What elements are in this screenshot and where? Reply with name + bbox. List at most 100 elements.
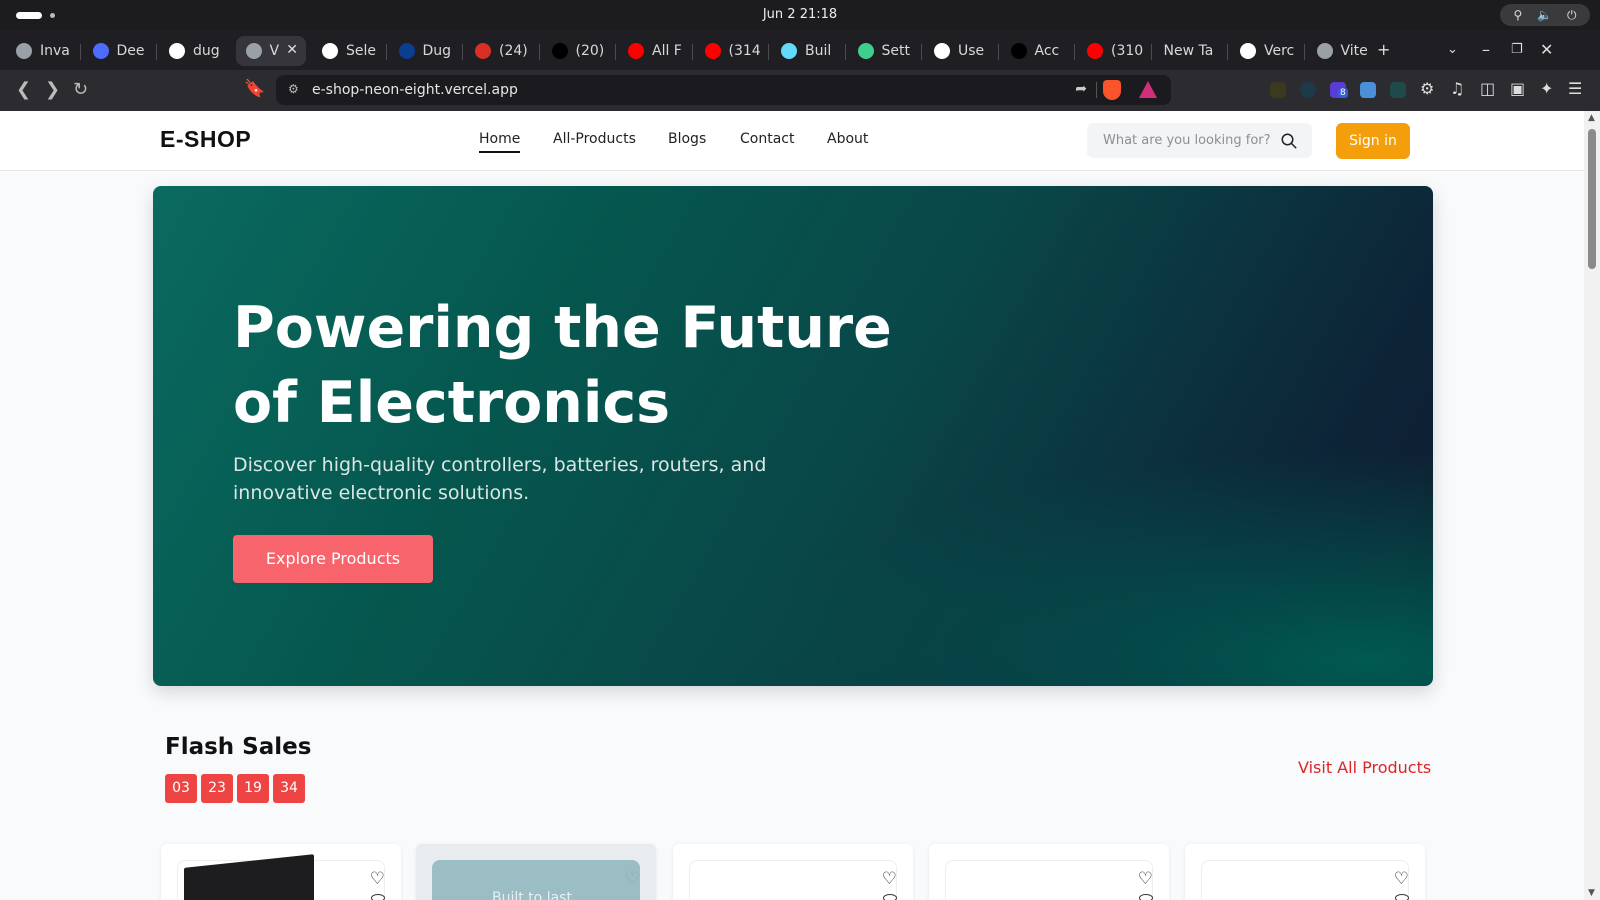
share-icon[interactable]: ➦ (1075, 81, 1087, 97)
browser-tab[interactable]: Use (924, 36, 995, 66)
minimize-button[interactable]: – (1482, 40, 1490, 59)
product-card[interactable]: ♡ (929, 844, 1169, 900)
web-page: E-SHOP Home All-Products Blogs Contact A… (0, 111, 1584, 900)
wishlist-heart-icon[interactable]: ♡ (882, 869, 897, 889)
browser-tab-label: (24) (499, 43, 528, 59)
search-icon[interactable] (1280, 132, 1298, 150)
browser-tab[interactable]: Sett (848, 36, 919, 66)
product-image: Built to last (432, 860, 640, 900)
address-bar[interactable]: ⚙ e-shop-neon-eight.vercel.app ➦ (276, 75, 1171, 105)
extension-icon[interactable] (1360, 82, 1376, 98)
browser-tab[interactable]: Buil (771, 36, 842, 66)
maximize-button[interactable]: ❐ (1511, 42, 1523, 57)
search-input[interactable] (1087, 123, 1277, 158)
browser-tab[interactable]: Acc (1001, 36, 1072, 66)
volume-icon: 🔈 (1537, 8, 1553, 22)
browser-tab[interactable]: Dug (389, 36, 460, 66)
flash-sales-countdown: 03 23 19 34 (165, 774, 305, 803)
back-button[interactable]: ❮ (16, 79, 31, 100)
json-extension-icon[interactable] (1270, 82, 1286, 98)
browser-tab[interactable]: All F (618, 36, 689, 66)
extension-with-badge-icon[interactable]: 8 (1330, 82, 1348, 98)
brave-shields-icon[interactable] (1103, 80, 1121, 100)
explore-products-button[interactable]: Explore Products (233, 535, 433, 583)
browser-tab[interactable]: New Ta (1154, 36, 1225, 66)
flash-sales-title: Flash Sales (165, 734, 312, 760)
wishlist-heart-icon[interactable]: ♡ (1138, 869, 1153, 889)
scrollbar-thumb[interactable] (1588, 129, 1596, 269)
browser-tab[interactable]: (310 (1077, 36, 1148, 66)
quick-view-eye-icon[interactable] (1395, 894, 1409, 900)
browser-tab[interactable]: Sele (312, 36, 383, 66)
wishlist-heart-icon[interactable]: ♡ (370, 869, 385, 889)
leo-ai-icon[interactable]: ✦ (1540, 79, 1553, 98)
browser-tab[interactable]: (20) (542, 36, 613, 66)
browser-tab-label: Buil (805, 43, 832, 59)
nav-blogs[interactable]: Blogs (668, 131, 706, 147)
scroll-down-arrow-icon[interactable]: ▼ (1588, 888, 1595, 898)
site-logo[interactable]: E-SHOP (160, 126, 251, 153)
browser-tab[interactable]: Verc (1230, 36, 1301, 66)
media-icon[interactable]: ♫ (1450, 79, 1464, 98)
forward-button[interactable]: ❯ (45, 79, 60, 100)
notifications-icon (475, 43, 491, 59)
product-card[interactable]: ♡ (1185, 844, 1425, 900)
countdown-seconds: 34 (273, 774, 305, 803)
nav-contact[interactable]: Contact (740, 131, 794, 147)
close-window-button[interactable]: ✕ (1540, 40, 1553, 59)
browser-tab-label: (20) (575, 43, 605, 59)
visit-all-products-link[interactable]: Visit All Products (1298, 758, 1431, 777)
nav-all-products[interactable]: All-Products (553, 131, 636, 147)
nav-about[interactable]: About (827, 131, 868, 147)
globe-icon (245, 43, 262, 59)
nav-home[interactable]: Home (479, 131, 521, 153)
browser-tab[interactable]: Dee (83, 36, 154, 66)
browser-tab[interactable]: (24) (465, 36, 536, 66)
extensions-puzzle-icon[interactable]: ⚙ (1420, 79, 1434, 98)
bookmark-icon[interactable]: 🔖 (244, 79, 265, 99)
system-tray[interactable]: ⚲ 🔈 ⏻ (1500, 4, 1590, 26)
menu-icon[interactable]: ☰ (1568, 79, 1582, 98)
bolt-icon (934, 43, 950, 59)
youtube-icon (628, 43, 644, 59)
site-header: E-SHOP Home All-Products Blogs Contact A… (0, 111, 1584, 171)
browser-tab[interactable]: V ✕ (235, 36, 306, 66)
product-card[interactable]: ♡ (673, 844, 913, 900)
browser-tab[interactable]: Inva (6, 36, 77, 66)
url-text[interactable]: e-shop-neon-eight.vercel.app (312, 82, 518, 98)
site-info-icon[interactable]: ⚙ (288, 82, 299, 96)
ui-icon (1010, 43, 1027, 59)
browser-toolbar: ❮ ❯ ↻ 🔖 ⚙ e-shop-neon-eight.vercel.app ➦… (0, 70, 1600, 111)
wishlist-heart-icon[interactable]: ♡ (625, 869, 640, 889)
browser-tab-label: Verc (1264, 43, 1295, 59)
tab-search-chevron-icon[interactable]: ⌄ (1447, 42, 1458, 57)
youtube-icon (1087, 43, 1103, 59)
supabase-icon (857, 43, 874, 59)
globe-icon (1316, 43, 1333, 59)
close-tab-icon[interactable]: ✕ (286, 42, 298, 58)
browser-tab[interactable]: Vite (1307, 36, 1378, 66)
x-icon (551, 43, 568, 59)
product-card[interactable]: ♡ (161, 844, 401, 900)
browser-tab[interactable]: (314 (695, 36, 766, 66)
quick-view-eye-icon[interactable] (371, 894, 385, 900)
tab-separator (538, 44, 540, 60)
sign-in-button[interactable]: Sign in (1336, 123, 1410, 159)
reload-button[interactable]: ↻ (73, 79, 88, 100)
product-box-image (184, 854, 314, 900)
page-scrollbar[interactable]: ▲ ▼ (1584, 111, 1600, 900)
os-clock[interactable]: Jun 2 21:18 (0, 7, 1600, 22)
browser-tab[interactable]: dug (159, 36, 230, 66)
new-tab-button[interactable]: + (1377, 40, 1390, 59)
quick-view-eye-icon[interactable] (1139, 894, 1153, 900)
product-card[interactable]: Built to last ♡ (416, 844, 656, 900)
wallet-icon[interactable]: ▣ (1510, 79, 1525, 98)
extension-icon-2[interactable] (1390, 82, 1406, 98)
brave-rewards-icon[interactable] (1139, 81, 1157, 98)
react-devtools-icon[interactable] (1300, 82, 1316, 98)
countdown-days: 03 (165, 774, 197, 803)
wishlist-heart-icon[interactable]: ♡ (1394, 869, 1409, 889)
quick-view-eye-icon[interactable] (883, 894, 897, 900)
scroll-up-arrow-icon[interactable]: ▲ (1588, 113, 1595, 123)
sidebar-icon[interactable]: ◫ (1480, 79, 1495, 98)
